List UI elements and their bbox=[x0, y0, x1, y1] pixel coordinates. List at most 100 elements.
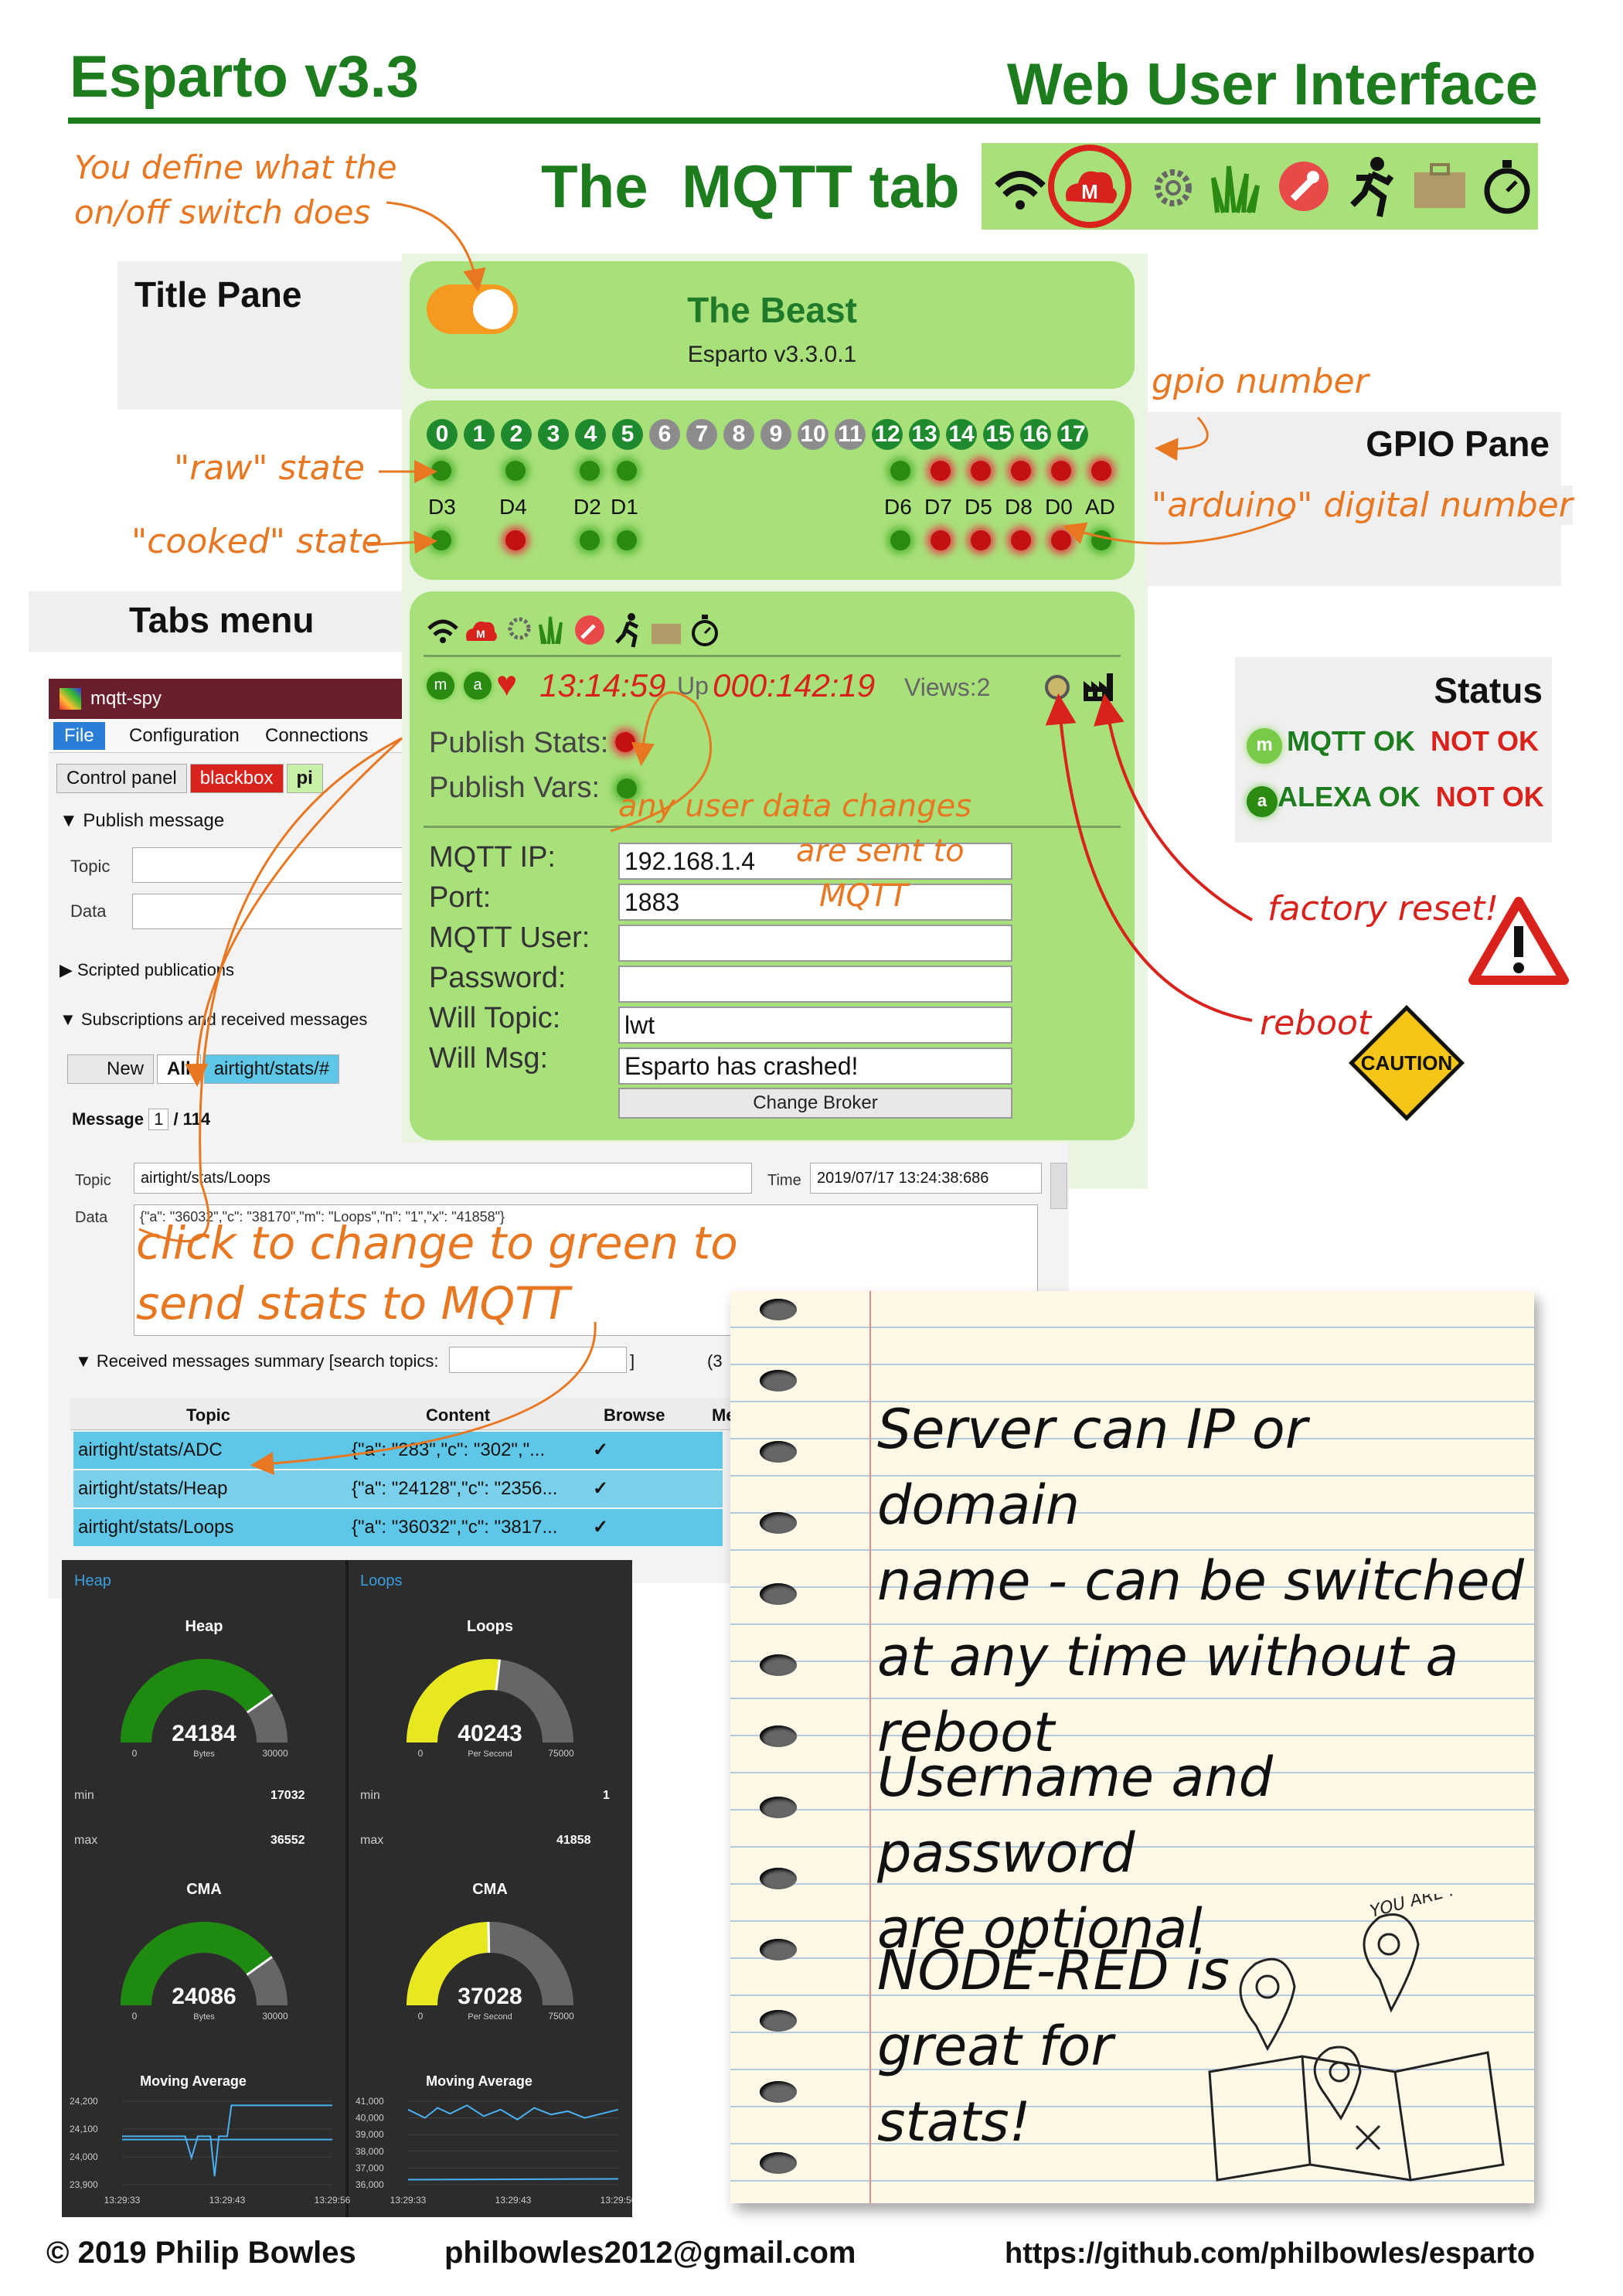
spy-summary-label: Received messages summary [search topics… bbox=[96, 1351, 439, 1371]
footer-url[interactable]: https://github.com/philbowles/esparto bbox=[1005, 2237, 1535, 2270]
gpio-pin-13[interactable]: 13 bbox=[909, 419, 940, 450]
gpio-pin-16[interactable]: 16 bbox=[1020, 419, 1051, 450]
mqtt-cloud-icon[interactable]: M bbox=[466, 622, 497, 641]
gpio-pin-7[interactable]: 7 bbox=[686, 419, 717, 450]
gpio-pin-11[interactable]: 11 bbox=[835, 419, 866, 450]
gpio-pin-17[interactable]: 17 bbox=[1057, 419, 1088, 450]
gpio-pin-15[interactable]: 15 bbox=[983, 419, 1014, 450]
gpio-pin-10[interactable]: 10 bbox=[798, 419, 829, 450]
toolbox-icon[interactable] bbox=[1414, 163, 1465, 208]
spy-tab-blackbox[interactable]: blackbox bbox=[189, 764, 284, 793]
cooked-led[interactable] bbox=[931, 530, 951, 550]
gear-icon[interactable] bbox=[508, 617, 531, 640]
gpio-pin-4[interactable]: 4 bbox=[575, 419, 606, 450]
gpio-pin-0[interactable]: 0 bbox=[427, 419, 458, 450]
raw-led[interactable] bbox=[505, 461, 526, 481]
footer-email[interactable]: philbowles2012@gmail.com bbox=[444, 2236, 856, 2270]
stopwatch-icon[interactable] bbox=[692, 615, 718, 646]
raw-led[interactable] bbox=[890, 461, 910, 481]
cooked-led[interactable] bbox=[1091, 530, 1111, 550]
spy-tab-pi[interactable]: pi bbox=[286, 764, 323, 793]
gpio-pin-5[interactable]: 5 bbox=[612, 419, 643, 450]
toolbox-icon[interactable] bbox=[652, 624, 681, 644]
spy-menu-connections[interactable]: Connections bbox=[265, 725, 368, 747]
cooked-led[interactable] bbox=[505, 530, 526, 550]
gpio-pin-14[interactable]: 14 bbox=[946, 419, 977, 450]
table-row[interactable]: airtight/stats/Heap {"a": "24128","c": "… bbox=[73, 1470, 723, 1507]
wifi-icon[interactable] bbox=[427, 619, 458, 643]
gpio-pin-1[interactable]: 1 bbox=[464, 419, 495, 450]
col-content[interactable]: Content bbox=[426, 1405, 490, 1426]
raw-led[interactable] bbox=[1091, 461, 1111, 481]
gpio-pin-9[interactable]: 9 bbox=[760, 419, 791, 450]
spy-summary-header[interactable]: ▼ Received messages summary [search topi… bbox=[75, 1351, 439, 1371]
publish-stats-led[interactable] bbox=[615, 732, 635, 752]
map-sketch: YOU ARE HERE bbox=[1208, 1894, 1505, 2182]
row-browse-check[interactable]: ✓ bbox=[593, 1470, 608, 1507]
note-hole bbox=[760, 2010, 797, 2032]
running-man-icon[interactable] bbox=[615, 613, 639, 648]
password-input[interactable] bbox=[618, 966, 1012, 1003]
factory-icon[interactable] bbox=[1082, 672, 1116, 703]
gpio-pin-12[interactable]: 12 bbox=[872, 419, 903, 450]
stopwatch-icon[interactable] bbox=[1484, 160, 1530, 214]
cooked-led[interactable] bbox=[617, 530, 637, 550]
wifi-icon[interactable] bbox=[995, 171, 1046, 210]
cooked-led[interactable] bbox=[1051, 530, 1071, 550]
table-row[interactable]: airtight/stats/ADC {"a": "283","c": "302… bbox=[73, 1432, 723, 1469]
cooked-led[interactable] bbox=[580, 530, 600, 550]
spy-subs-header[interactable]: ▼ Subscriptions and received messages bbox=[60, 1010, 367, 1030]
spy-menu-configuration[interactable]: Configuration bbox=[129, 725, 240, 747]
gpio-pin-6[interactable]: 6 bbox=[649, 419, 680, 450]
mqtt-cloud-icon[interactable]: M bbox=[1048, 145, 1131, 228]
gpio-pin-3[interactable]: 3 bbox=[538, 419, 569, 450]
row-browse-check[interactable]: ✓ bbox=[593, 1509, 608, 1546]
spy-topic-input[interactable] bbox=[132, 847, 402, 883]
reboot-button[interactable] bbox=[1045, 675, 1070, 700]
change-broker-button[interactable]: Change Broker bbox=[618, 1088, 1012, 1119]
spy-data-input[interactable] bbox=[132, 894, 402, 929]
raw-led[interactable] bbox=[1011, 461, 1031, 481]
spy-subtab-airtight[interactable]: airtight/stats/# bbox=[203, 1054, 340, 1084]
col-topic[interactable]: Topic bbox=[186, 1405, 230, 1426]
raw-led[interactable] bbox=[971, 461, 991, 481]
spy-subtab-new[interactable]: New bbox=[67, 1054, 155, 1084]
wrench-icon[interactable] bbox=[575, 615, 604, 645]
cooked-led[interactable] bbox=[1011, 530, 1031, 550]
col-browse[interactable]: Browse bbox=[604, 1405, 665, 1426]
wrench-icon[interactable] bbox=[1279, 162, 1329, 211]
spy-publish-header[interactable]: ▼ Publish message bbox=[60, 810, 224, 832]
spy-msg-topic-field[interactable]: airtight/stats/Loops bbox=[134, 1163, 752, 1194]
cooked-led[interactable] bbox=[431, 530, 451, 550]
spy-tab-control-panel[interactable]: Control panel bbox=[56, 764, 187, 793]
grass-icon[interactable] bbox=[539, 616, 563, 645]
running-man-icon[interactable] bbox=[1350, 157, 1394, 217]
will-topic-label: Will Topic: bbox=[429, 1002, 561, 1034]
row-browse-check[interactable]: ✓ bbox=[593, 1432, 608, 1469]
gear-icon[interactable] bbox=[1155, 169, 1192, 206]
cooked-led[interactable] bbox=[890, 530, 910, 550]
raw-led[interactable] bbox=[617, 461, 637, 481]
mqtt-ok-text: MQTT OK bbox=[1287, 725, 1415, 757]
tab-icon-strip: M bbox=[982, 143, 1538, 230]
gpio-pin-2[interactable]: 2 bbox=[501, 419, 532, 450]
spy-message-index[interactable]: 1 bbox=[148, 1109, 169, 1130]
will-topic-input[interactable]: lwt bbox=[618, 1007, 1012, 1044]
row-topic: airtight/stats/ADC bbox=[78, 1439, 223, 1460]
raw-led[interactable] bbox=[931, 461, 951, 481]
table-row[interactable]: airtight/stats/Loops {"a": "36032","c": … bbox=[73, 1509, 723, 1546]
grass-icon[interactable] bbox=[1211, 165, 1260, 213]
spy-scrollbar[interactable] bbox=[1050, 1163, 1067, 1209]
spy-subtab-all[interactable]: All bbox=[157, 1054, 201, 1084]
spy-scripted-header[interactable]: ▶ Scripted publications bbox=[60, 960, 234, 980]
cooked-led[interactable] bbox=[971, 530, 991, 550]
raw-led[interactable] bbox=[431, 461, 451, 481]
spy-summary-search[interactable] bbox=[449, 1347, 627, 1373]
gpio-pin-8[interactable]: 8 bbox=[723, 419, 754, 450]
mqtt-user-input[interactable] bbox=[618, 925, 1012, 962]
raw-led[interactable] bbox=[580, 461, 600, 481]
port-input[interactable]: 1883 bbox=[618, 884, 1012, 921]
spy-menu-file[interactable]: File bbox=[53, 722, 105, 750]
raw-led[interactable] bbox=[1051, 461, 1071, 481]
will-msg-input[interactable]: Esparto has crashed! bbox=[618, 1048, 1012, 1085]
